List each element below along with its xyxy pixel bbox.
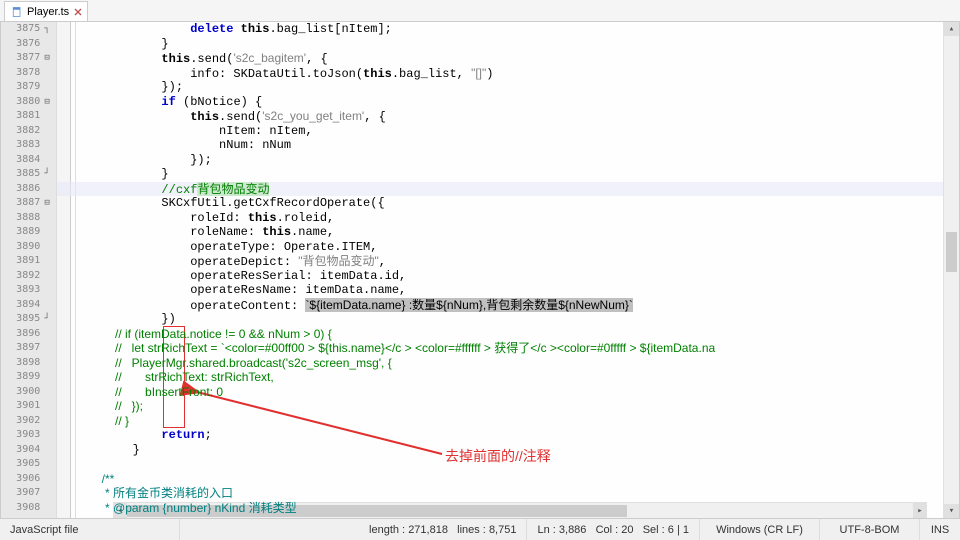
code-line[interactable]: operateContent: `${itemData.name} :数量${n… [75, 298, 715, 313]
gutter-line[interactable]: 3881 [1, 109, 56, 124]
scroll-up-button[interactable]: ▴ [944, 22, 959, 36]
gutter-line[interactable]: 3899 [1, 370, 56, 385]
code-line[interactable]: //cxf背包物品变动 [75, 182, 715, 197]
code-line[interactable]: } [75, 167, 715, 182]
gutter-line[interactable]: 3886 [1, 182, 56, 197]
gutter-line[interactable]: 3893 [1, 283, 56, 298]
gutter-line[interactable]: 3901 [1, 399, 56, 414]
code-line[interactable]: nNum: nNum [75, 138, 715, 153]
gutter-line[interactable]: 3885┘ [1, 167, 56, 182]
gutter-line[interactable]: 3891 [1, 254, 56, 269]
status-insert-mode[interactable]: INS [920, 519, 960, 540]
code-line[interactable]: SKCxfUtil.getCxfRecordOperate({ [75, 196, 715, 211]
code-line[interactable]: // strRichText: strRichText, [75, 370, 715, 385]
gutter-line[interactable]: 3907 [1, 486, 56, 501]
code-line[interactable]: } [75, 37, 715, 52]
code-line[interactable]: roleId: this.roleid, [75, 211, 715, 226]
code-line[interactable]: return; [75, 428, 715, 443]
gutter-line[interactable]: 3897 [1, 341, 56, 356]
code-line[interactable]: roleName: this.name, [75, 225, 715, 240]
code-line[interactable]: }); [75, 153, 715, 168]
fold-margin[interactable] [57, 22, 71, 518]
code-line[interactable]: * @param {number} nKind 消耗类型 [75, 501, 715, 516]
code-line[interactable]: this.send('s2c_bagitem', { [75, 51, 715, 66]
gutter-line[interactable]: 3904 [1, 443, 56, 458]
code-line[interactable]: // PlayerMgr.shared.broadcast('s2c_scree… [75, 356, 715, 371]
gutter-line[interactable]: 3877⊟ [1, 51, 56, 66]
gutter-line[interactable]: 3887⊟ [1, 196, 56, 211]
code-line[interactable]: // let strRichText = `<color=#00ff00 > $… [75, 341, 715, 356]
code-line[interactable]: }) [75, 312, 715, 327]
gutter-line[interactable]: 3895┘ [1, 312, 56, 327]
status-length: length : 271,818 lines : 8,751 [359, 519, 527, 540]
gutter-line[interactable]: 3900 [1, 385, 56, 400]
gutter-line[interactable]: 3908 [1, 501, 56, 516]
scroll-down-button[interactable]: ▾ [944, 504, 959, 518]
code-line[interactable]: // } [75, 414, 715, 429]
gutter-line[interactable]: 3894 [1, 298, 56, 313]
file-tab[interactable]: Player.ts [4, 1, 88, 21]
vscroll-thumb[interactable] [946, 232, 957, 272]
gutter-line[interactable]: 3883 [1, 138, 56, 153]
gutter-line[interactable]: 3875┐ [1, 22, 56, 37]
code-line[interactable]: /** [75, 472, 715, 487]
gutter-line[interactable]: 3880⊟ [1, 95, 56, 110]
gutter-line[interactable]: 3888 [1, 211, 56, 226]
gutter-line[interactable]: 3889 [1, 225, 56, 240]
code-line[interactable]: // if (itemData.notice != 0 && nNum > 0)… [75, 327, 715, 342]
line-number-gutter[interactable]: 3875┐38763877⊟387838793880⊟3881388238833… [1, 22, 57, 518]
code-line[interactable]: if (bNotice) { [75, 95, 715, 110]
gutter-line[interactable]: 3876 [1, 37, 56, 52]
code-line[interactable]: // }); [75, 399, 715, 414]
status-eol[interactable]: Windows (CR LF) [700, 519, 820, 540]
status-filetype: JavaScript file [0, 519, 180, 540]
scroll-right-button[interactable]: ▸ [913, 503, 927, 518]
code-line[interactable]: operateResSerial: itemData.id, [75, 269, 715, 284]
status-encoding[interactable]: UTF-8-BOM [820, 519, 920, 540]
editor-area: 3875┐38763877⊟387838793880⊟3881388238833… [0, 22, 960, 518]
tab-bar: Player.ts [0, 0, 960, 22]
gutter-line[interactable]: 3884 [1, 153, 56, 168]
gutter-line[interactable]: 3879 [1, 80, 56, 95]
code-content[interactable]: delete this.bag_list[nItem]; } this.send… [75, 22, 715, 515]
code-line[interactable]: delete this.bag_list[nItem]; [75, 22, 715, 37]
status-bar: JavaScript file length : 271,818 lines :… [0, 518, 960, 540]
code-panel[interactable]: delete this.bag_list[nItem]; } this.send… [57, 22, 943, 518]
gutter-line[interactable]: 3903 [1, 428, 56, 443]
code-line[interactable]: * 所有金币类消耗的入口 [75, 486, 715, 501]
vertical-scrollbar[interactable]: ▴ ▾ [943, 22, 959, 518]
gutter-line[interactable]: 3892 [1, 269, 56, 284]
gutter-line[interactable]: 3882 [1, 124, 56, 139]
code-line[interactable]: // bInsertFront: 0 [75, 385, 715, 400]
gutter-line[interactable]: 3878 [1, 66, 56, 81]
gutter-line[interactable]: 3902 [1, 414, 56, 429]
code-line[interactable]: this.send('s2c_you_get_item', { [75, 109, 715, 124]
file-icon [11, 6, 23, 18]
code-line[interactable]: info: SKDataUtil.toJson(this.bag_list, "… [75, 66, 715, 81]
code-line[interactable]: }); [75, 80, 715, 95]
gutter-line[interactable]: 3905 [1, 457, 56, 472]
tab-filename: Player.ts [27, 6, 69, 18]
code-line[interactable]: operateResName: itemData.name, [75, 283, 715, 298]
tab-close-icon[interactable] [73, 7, 83, 17]
gutter-line[interactable]: 3896 [1, 327, 56, 342]
gutter-line[interactable]: 3898 [1, 356, 56, 371]
code-line[interactable]: operateDepict: "背包物品变动", [75, 254, 715, 269]
gutter-line[interactable]: 3906 [1, 472, 56, 487]
code-line[interactable]: nItem: nItem, [75, 124, 715, 139]
code-line[interactable]: operateType: Operate.ITEM, [75, 240, 715, 255]
code-line[interactable] [75, 457, 715, 472]
gutter-line[interactable]: 3890 [1, 240, 56, 255]
status-caret: Ln : 3,886 Col : 20 Sel : 6 | 1 [527, 519, 700, 540]
code-line[interactable]: } [75, 443, 715, 458]
